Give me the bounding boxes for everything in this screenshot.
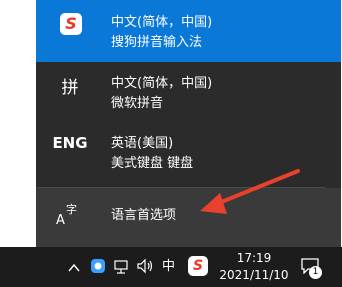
clock[interactable]: 17:19 2021/11/10 bbox=[212, 247, 296, 287]
network-icon[interactable] bbox=[114, 259, 130, 278]
ime-mode-indicator[interactable]: 中 bbox=[162, 257, 175, 277]
taskbar: 中 S 17:19 2021/11/10 1 bbox=[0, 247, 342, 287]
volume-icon[interactable] bbox=[137, 258, 153, 278]
notification-badge: 1 bbox=[309, 266, 322, 279]
language-flyout: S 中文(简体，中国) 搜狗拼音输入法 拼 中文(简体，中国) 微软拼音 ENG… bbox=[36, 0, 341, 247]
sogou-tray-icon[interactable]: S bbox=[188, 256, 208, 276]
chevron-up-icon[interactable] bbox=[68, 259, 80, 278]
desktop-background-left bbox=[0, 0, 36, 247]
app-tray-icon[interactable] bbox=[90, 258, 106, 278]
notification-center-button[interactable]: 1 bbox=[300, 257, 322, 279]
clock-time: 17:19 bbox=[236, 251, 272, 265]
clock-date: 2021/11/10 bbox=[219, 268, 289, 282]
annotation-arrow bbox=[200, 169, 300, 214]
